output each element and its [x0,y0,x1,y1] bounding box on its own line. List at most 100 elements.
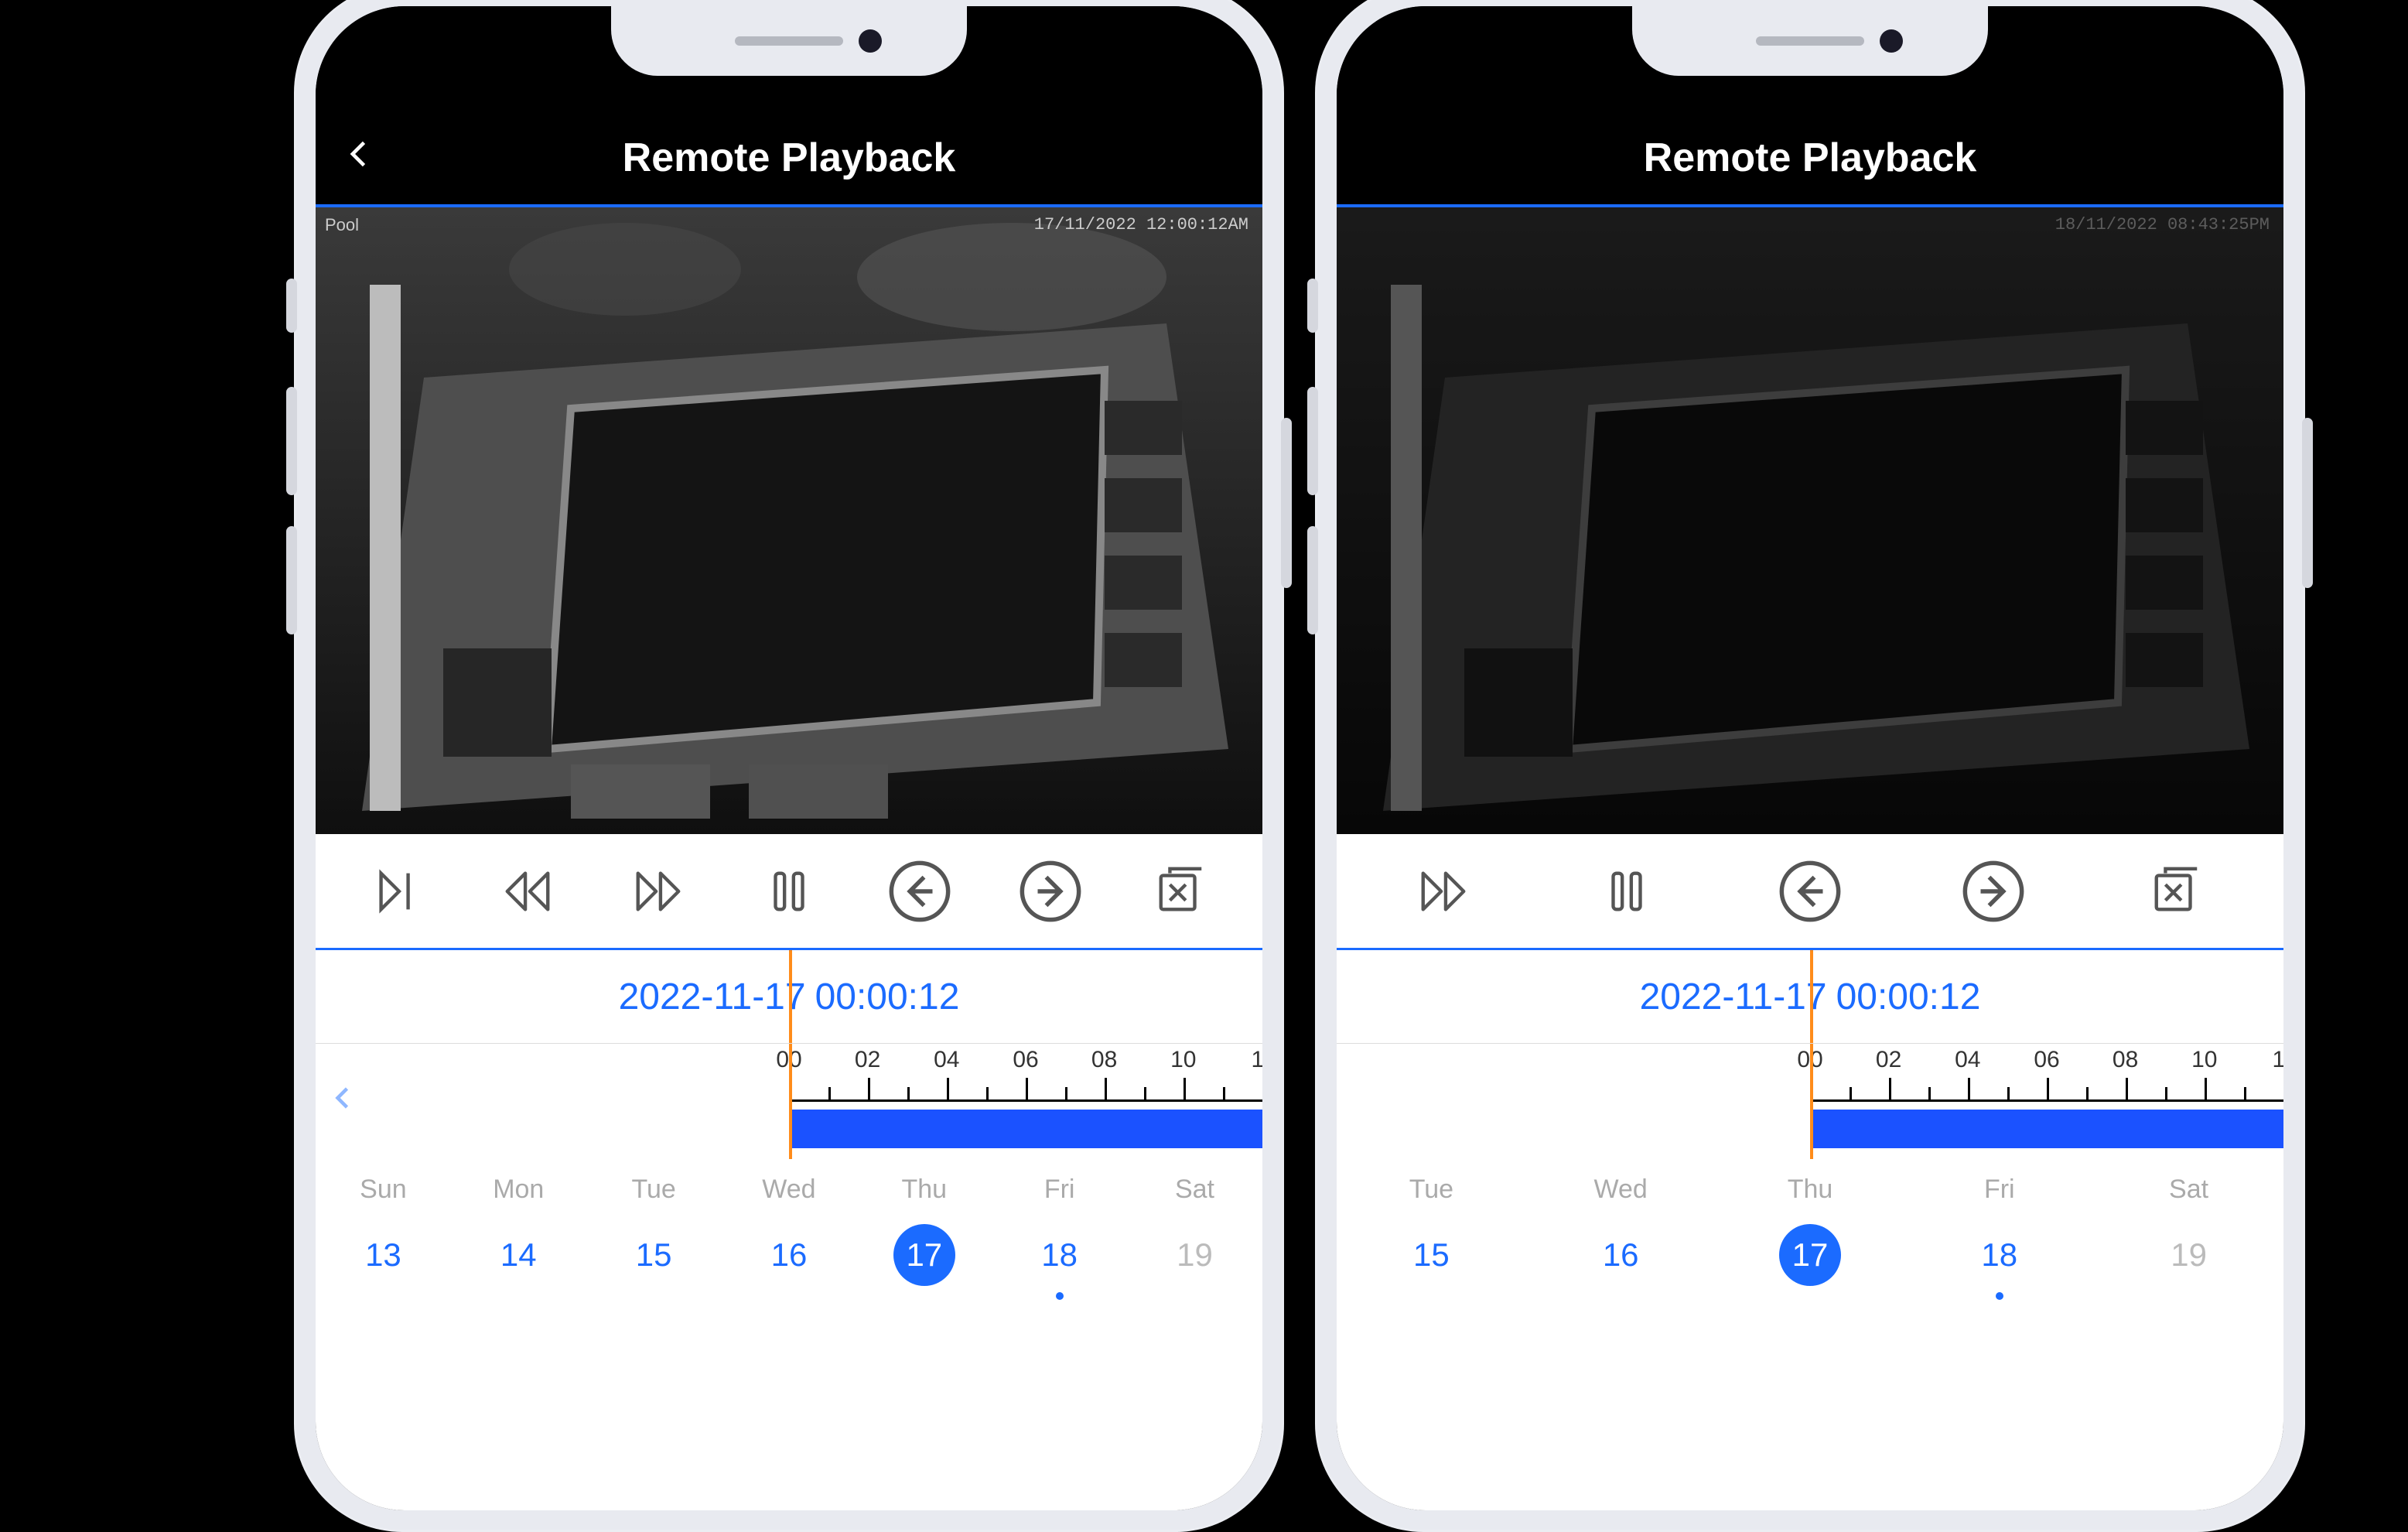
play-frame-icon [370,864,424,918]
chevron-left-icon [330,1084,357,1112]
day-label: Tue [631,1175,675,1205]
day-number: 13 [352,1224,414,1286]
day-label: Fri [1984,1175,2015,1205]
timeline[interactable]: 00 02 04 06 08 10 1 [316,1043,1262,1159]
camera-label: Pool [325,215,359,235]
day-mon[interactable]: Mon 14 [456,1175,580,1314]
playhead-marker [1810,950,1813,1043]
silence-switch [1307,279,1318,333]
arrow-left-circle-icon [1776,857,1844,925]
timeline-ruler: 00 02 04 06 08 10 1 [1810,1044,2283,1159]
forward-icon [631,864,685,918]
arrow-right-circle-icon [1959,857,2027,925]
pause-button[interactable] [1592,857,1662,926]
day-thu[interactable]: Thu 17 [1748,1175,1872,1314]
day-tue[interactable]: Tue15 [1369,1175,1493,1314]
day-label: Thu [1788,1175,1833,1205]
day-number: 16 [1590,1224,1651,1286]
pause-icon [762,864,816,918]
day-number: 15 [623,1224,685,1286]
day-sun[interactable]: Sun13 [321,1175,445,1314]
forward-icon [1416,864,1470,918]
silence-switch [286,279,297,333]
playback-time: 00:00:12 [815,976,960,1018]
pool-scene-image [316,207,1262,834]
tick-label: 04 [934,1047,959,1073]
play-frame-button[interactable] [362,857,432,926]
tick-label: 02 [855,1047,880,1073]
timeline-playhead-marker[interactable] [1810,1044,1813,1159]
pause-button[interactable] [754,857,824,926]
volume-down-button [286,526,297,634]
recorded-segment [1810,1110,2283,1148]
tick-label: 10 [1170,1047,1196,1073]
playhead-marker [789,950,792,1043]
timeline-playhead-marker[interactable] [789,1044,792,1159]
day-number: 17 [1779,1224,1841,1286]
playback-time: 00:00:12 [1836,976,1981,1018]
day-label: Mon [493,1175,544,1205]
next-clip-button[interactable] [1959,857,2028,926]
timeline-prev-button[interactable] [330,1084,357,1120]
playback-date: 2022-11-17 [1640,976,1827,1018]
day-wed[interactable]: Wed16 [1559,1175,1682,1314]
volume-up-button [286,387,297,495]
playhead-time: 2022-11-17 00:00:12 [316,950,1262,1043]
prev-clip-button[interactable] [1775,857,1845,926]
day-number: 18 [1029,1224,1091,1286]
day-sat[interactable]: Sat19 [1132,1175,1256,1314]
tick-label: 02 [1876,1047,1901,1073]
speaker-grill [1756,36,1864,46]
video-timestamp: 18/11/2022 08:43:25PM [2055,215,2270,234]
close-button[interactable] [2142,857,2212,926]
tick-label: 06 [2034,1047,2059,1073]
power-button [1281,418,1292,588]
close-button[interactable] [1146,857,1216,926]
playback-controls [1337,834,2283,950]
rewind-button[interactable] [493,857,562,926]
recorded-segment [789,1110,1262,1148]
day-number: 16 [758,1224,820,1286]
screen: Remote Playback [316,6,1262,1510]
close-square-icon [1154,864,1208,918]
tick-label: 06 [1013,1047,1038,1073]
pool-scene-image [1337,207,2283,834]
pause-icon [1600,864,1654,918]
video-feed[interactable]: 18/11/2022 08:43:25PM [1337,207,2283,834]
phone-mockup-right: Remote Playback 18/11/2022 [1315,0,2305,1532]
volume-up-button [1307,387,1318,495]
arrow-right-circle-icon [1016,857,1084,925]
prev-clip-button[interactable] [885,857,955,926]
tick-label: 08 [2113,1047,2138,1073]
day-number: 17 [893,1224,955,1286]
next-clip-button[interactable] [1016,857,1085,926]
timeline[interactable]: 00 02 04 06 08 10 1 [1337,1043,2283,1159]
day-fri[interactable]: Fri18 [998,1175,1122,1314]
playback-controls [316,834,1262,950]
video-timestamp: 17/11/2022 12:00:12AM [1034,215,1248,234]
day-number: 14 [487,1224,549,1286]
screen: Remote Playback 18/11/2022 [1337,6,2283,1510]
video-feed[interactable]: Pool 17/11/2022 12:00:12AM [316,207,1262,834]
playhead-time: 2022-11-17 00:00:12 [1337,950,2283,1043]
day-fri[interactable]: Fri 18 [1938,1175,2061,1314]
power-button [2302,418,2313,588]
day-number: 18 [1969,1224,2031,1286]
tick-label: 1 [1252,1047,1262,1073]
speaker-grill [735,36,843,46]
rewind-icon [500,864,555,918]
day-number: 19 [1163,1224,1225,1286]
day-thu[interactable]: Thu17 [862,1175,986,1314]
fast-forward-button[interactable] [623,857,693,926]
front-camera [1880,29,1903,53]
notch [611,6,967,76]
calendar-strip: Sun13 Mon 14 Tue 15 Wed 16 Thu17 Fri18 Sat1… [316,1159,1262,1314]
day-wed[interactable]: Wed 16 [727,1175,851,1314]
day-label: Wed [762,1175,815,1205]
back-button[interactable] [343,135,377,181]
playback-date: 2022-11-17 [619,976,806,1018]
day-sat[interactable]: Sat19 [2127,1175,2251,1314]
fast-forward-button[interactable] [1409,857,1478,926]
close-square-icon [2150,864,2204,918]
day-tue[interactable]: Tue 15 [592,1175,716,1314]
